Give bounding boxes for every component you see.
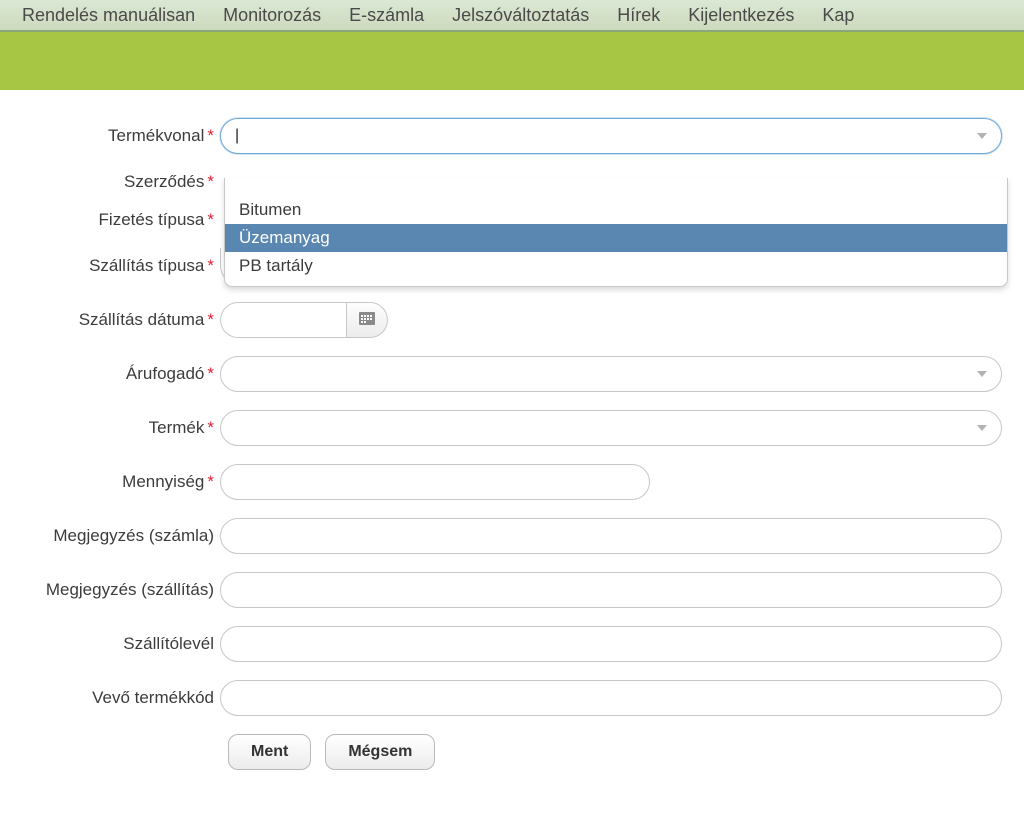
delivery-date-input[interactable] [220,302,346,338]
nav-item-einvoice[interactable]: E-számla [335,5,438,26]
label-delivery-date: Szállítás dátuma* [0,310,214,330]
nav-item-password[interactable]: Jelszóváltoztatás [438,5,603,26]
buyer-code-input[interactable] [220,680,1002,716]
label-product: Termék* [0,418,214,438]
header-band [0,32,1024,90]
label-contract: Szerződés* [0,172,214,192]
product-line-combo[interactable]: | [220,118,1002,154]
label-note-invoice: Megjegyzés (számla) [0,526,214,546]
quantity-input[interactable] [220,464,650,500]
nav-item-logout[interactable]: Kijelentkezés [674,5,808,26]
label-delivery-note: Szállítólevél [0,634,214,654]
nav-item-order[interactable]: Rendelés manuálisan [8,5,209,26]
label-buyer-code: Vevő termékkód [0,688,214,708]
chevron-down-icon [977,371,987,377]
note-delivery-input[interactable] [220,572,1002,608]
save-button[interactable]: Ment [228,734,311,770]
product-combo[interactable] [220,410,1002,446]
chevron-down-icon [977,133,987,139]
calendar-icon [359,310,375,330]
label-quantity: Mennyiség* [0,472,214,492]
note-invoice-input[interactable] [220,518,1002,554]
nav-item-contact[interactable]: Kap [808,5,868,26]
nav-item-monitoring[interactable]: Monitorozás [209,5,335,26]
calendar-button[interactable] [346,302,388,338]
nav-item-news[interactable]: Hírek [603,5,674,26]
dropdown-option[interactable]: PB tartály [225,252,1007,280]
delivery-note-input[interactable] [220,626,1002,662]
product-line-dropdown: Bitumen Üzemanyag PB tartály [224,178,1008,287]
dropdown-option[interactable]: Üzemanyag [225,224,1007,252]
dropdown-option[interactable]: Bitumen [225,196,1007,224]
chevron-down-icon [977,425,987,431]
label-product-line: Termékvonal* [0,126,214,146]
receiver-combo[interactable] [220,356,1002,392]
label-delivery-type: Szállítás típusa* [0,256,214,276]
label-payment-type: Fizetés típusa* [0,210,214,230]
label-receiver: Árufogadó* [0,364,214,384]
label-note-delivery: Megjegyzés (szállítás) [0,580,214,600]
top-nav: Rendelés manuálisan Monitorozás E-számla… [0,0,1024,32]
cancel-button[interactable]: Mégsem [325,734,435,770]
